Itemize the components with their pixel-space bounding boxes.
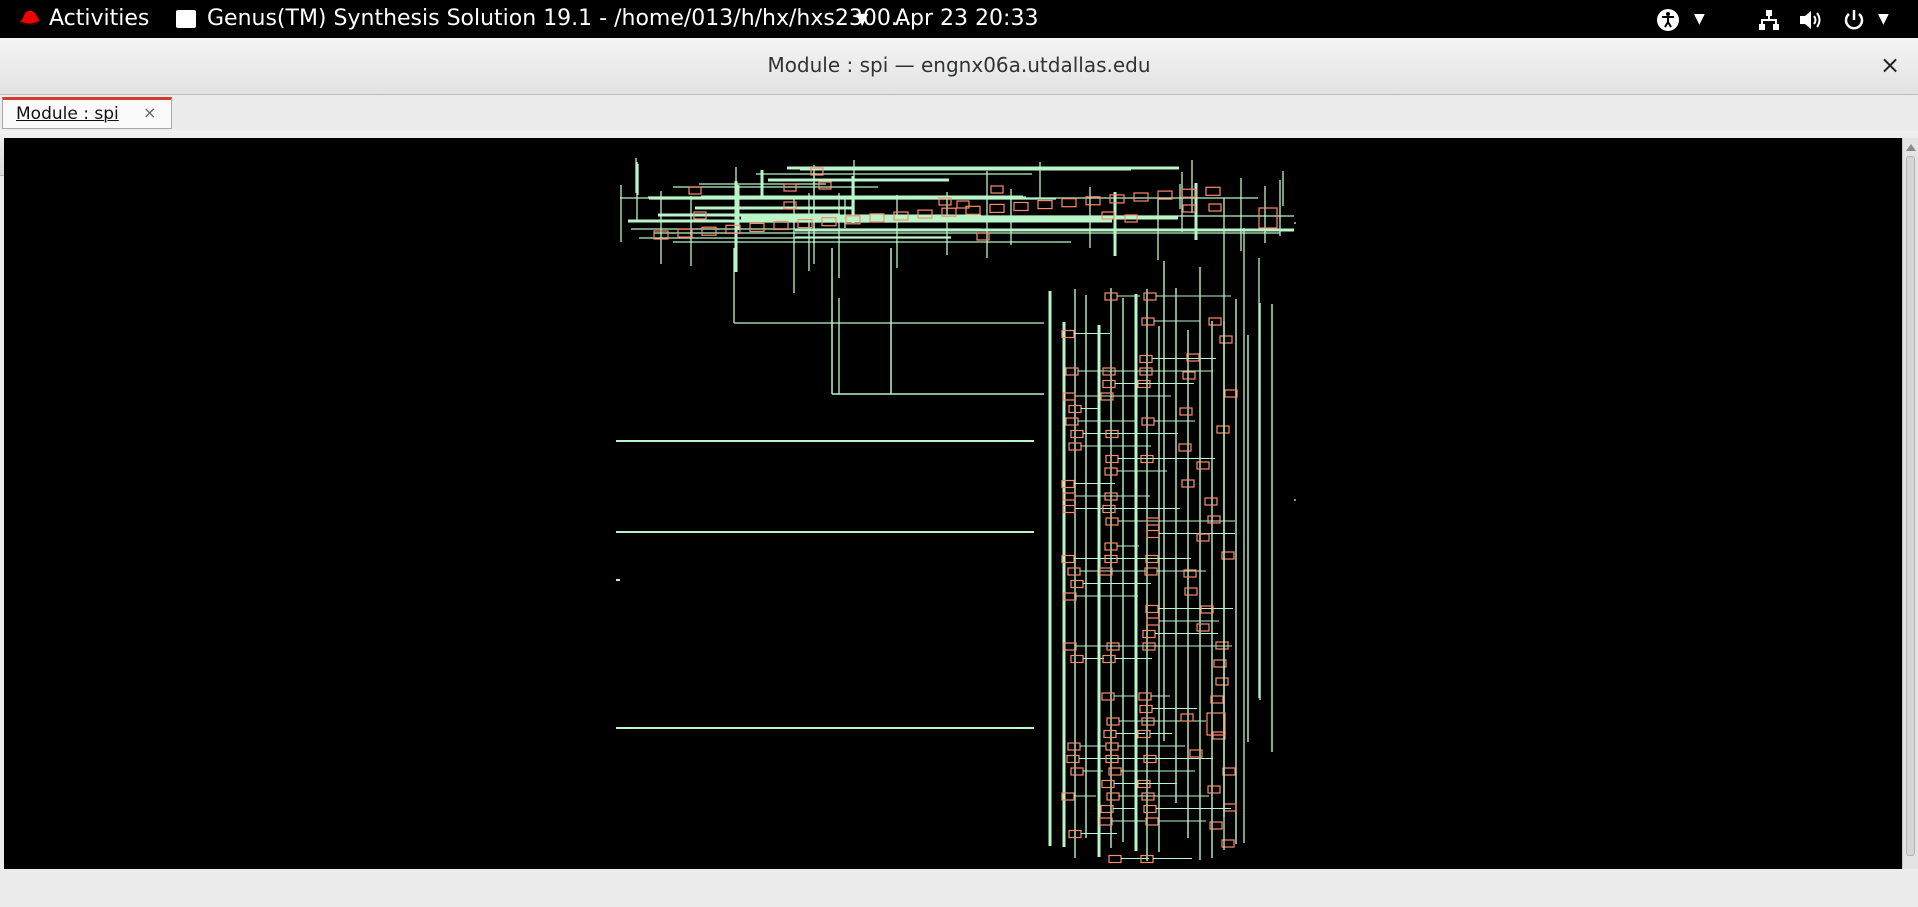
logic-cell[interactable] bbox=[1207, 785, 1221, 794]
clock[interactable]: Apr 23 20:33 bbox=[895, 0, 1038, 38]
logic-cell[interactable] bbox=[1103, 729, 1117, 739]
logic-cell[interactable] bbox=[1205, 186, 1221, 196]
logic-cell[interactable] bbox=[1102, 654, 1116, 664]
activities-button[interactable]: Activities bbox=[49, 0, 149, 38]
system-menu-chevron-down-icon[interactable]: ▼ bbox=[1878, 0, 1889, 38]
logic-cell[interactable] bbox=[1099, 817, 1113, 826]
logic-cell[interactable] bbox=[1106, 792, 1120, 801]
logic-cell[interactable] bbox=[1143, 292, 1157, 301]
logic-cell[interactable] bbox=[1146, 529, 1160, 539]
window-close-icon[interactable]: × bbox=[1876, 51, 1904, 79]
schematic-drawing[interactable] bbox=[4, 138, 1902, 869]
logic-cell[interactable] bbox=[1108, 854, 1122, 864]
logic-cell[interactable] bbox=[1106, 717, 1120, 726]
app-icon bbox=[176, 10, 196, 28]
logic-cell[interactable] bbox=[1223, 803, 1237, 812]
logic-cell[interactable] bbox=[1180, 713, 1194, 722]
logic-cell[interactable] bbox=[989, 203, 1005, 214]
logic-cell[interactable] bbox=[1133, 192, 1149, 202]
logic-cell[interactable] bbox=[1146, 617, 1160, 626]
logic-cell[interactable] bbox=[1105, 454, 1119, 464]
logic-cell[interactable] bbox=[749, 222, 765, 233]
logic-cell[interactable] bbox=[1013, 201, 1029, 212]
app-menu-chevron-down-icon[interactable]: ▼ bbox=[856, 0, 868, 38]
logic-cell[interactable] bbox=[1216, 425, 1230, 434]
logic-cell[interactable] bbox=[1182, 371, 1196, 380]
logic-cell[interactable] bbox=[1207, 515, 1221, 524]
logic-cell[interactable] bbox=[1208, 317, 1222, 326]
logic-cell[interactable] bbox=[1105, 742, 1119, 751]
tab-module-spi[interactable]: Module : spi × bbox=[2, 97, 172, 129]
logic-cell[interactable] bbox=[773, 220, 789, 231]
logic-cell[interactable] bbox=[1070, 579, 1084, 589]
logic-cell[interactable] bbox=[1208, 203, 1222, 212]
logic-cell[interactable] bbox=[1139, 354, 1153, 364]
logic-cell[interactable] bbox=[1109, 194, 1125, 204]
app-menu-button[interactable]: Genus(TM) Synthesis Solution 19.1 - /hom… bbox=[207, 0, 912, 38]
logic-cell[interactable] bbox=[1141, 417, 1155, 426]
logic-cell[interactable] bbox=[1215, 677, 1229, 686]
logic-cell[interactable] bbox=[818, 181, 832, 190]
logic-cell[interactable] bbox=[1182, 204, 1196, 213]
logic-cell[interactable] bbox=[1141, 317, 1155, 326]
scrollbar-thumb[interactable] bbox=[1906, 156, 1915, 856]
logic-cell[interactable] bbox=[1139, 704, 1153, 714]
logic-cell[interactable] bbox=[1067, 742, 1081, 751]
logic-cell[interactable] bbox=[1067, 567, 1081, 576]
logic-cell[interactable] bbox=[1210, 695, 1224, 704]
logic-cell[interactable] bbox=[1102, 379, 1116, 389]
accessibility-chevron-down-icon[interactable]: ▼ bbox=[1694, 0, 1705, 38]
volume-icon[interactable] bbox=[1798, 8, 1824, 32]
logic-cell[interactable] bbox=[1142, 629, 1156, 639]
window-titlebar[interactable]: Module : spi — engnx06a.utdallas.edu × bbox=[0, 38, 1918, 95]
logic-cell[interactable] bbox=[1070, 767, 1084, 776]
logic-cell[interactable] bbox=[1065, 417, 1079, 426]
logic-cell[interactable] bbox=[1070, 429, 1084, 439]
logic-cell[interactable] bbox=[1258, 207, 1278, 229]
logic-cell[interactable] bbox=[1196, 461, 1210, 470]
logic-cell[interactable] bbox=[956, 200, 970, 209]
logic-cell[interactable] bbox=[1186, 353, 1200, 362]
redhat-logo-icon[interactable] bbox=[18, 9, 42, 29]
logic-cell[interactable] bbox=[1101, 692, 1115, 701]
logic-cell[interactable] bbox=[1138, 692, 1152, 701]
logic-cell[interactable] bbox=[1178, 443, 1192, 452]
logic-cell[interactable] bbox=[1145, 817, 1159, 826]
logic-cell[interactable] bbox=[1070, 654, 1084, 664]
logic-cell[interactable] bbox=[1219, 335, 1233, 344]
logic-cell[interactable] bbox=[1101, 779, 1115, 789]
logic-cell[interactable] bbox=[1204, 497, 1218, 506]
logic-cell[interactable] bbox=[1196, 533, 1210, 542]
window-title: Module : spi — engnx06a.utdallas.edu bbox=[767, 53, 1151, 77]
logic-cell[interactable] bbox=[1200, 605, 1214, 614]
logic-cell[interactable] bbox=[1105, 517, 1119, 526]
logic-cell[interactable] bbox=[1179, 407, 1193, 416]
logic-cell[interactable] bbox=[1196, 623, 1210, 632]
schematic-canvas[interactable] bbox=[4, 138, 1902, 869]
logic-cell[interactable] bbox=[990, 185, 1004, 194]
power-icon[interactable] bbox=[1842, 8, 1866, 32]
accessibility-icon[interactable] bbox=[1656, 8, 1680, 32]
logic-cell[interactable] bbox=[1184, 587, 1198, 596]
tab-strip: Module : spi × bbox=[0, 95, 1918, 131]
logic-cell[interactable] bbox=[1061, 198, 1077, 208]
logic-cell[interactable] bbox=[688, 186, 702, 195]
logic-cell[interactable] bbox=[1181, 188, 1197, 198]
logic-cell[interactable] bbox=[1037, 199, 1053, 210]
scroll-up-icon[interactable] bbox=[1906, 144, 1916, 151]
logic-cell[interactable] bbox=[1066, 754, 1080, 764]
logic-cell[interactable] bbox=[1145, 604, 1159, 614]
tab-close-icon[interactable]: × bbox=[143, 103, 156, 122]
vertical-scrollbar[interactable] bbox=[1902, 138, 1918, 869]
logic-cell[interactable] bbox=[1063, 592, 1077, 601]
top-bar: Activities Genus(TM) Synthesis Solution … bbox=[0, 0, 1918, 38]
logic-cell[interactable] bbox=[1063, 642, 1077, 651]
logic-cell[interactable] bbox=[1224, 389, 1238, 398]
logic-cell[interactable] bbox=[1065, 367, 1079, 376]
tab-label: Module : spi bbox=[16, 104, 119, 124]
logic-cell[interactable] bbox=[1143, 804, 1157, 814]
logic-cell[interactable] bbox=[1222, 767, 1236, 776]
network-icon[interactable] bbox=[1757, 8, 1781, 32]
